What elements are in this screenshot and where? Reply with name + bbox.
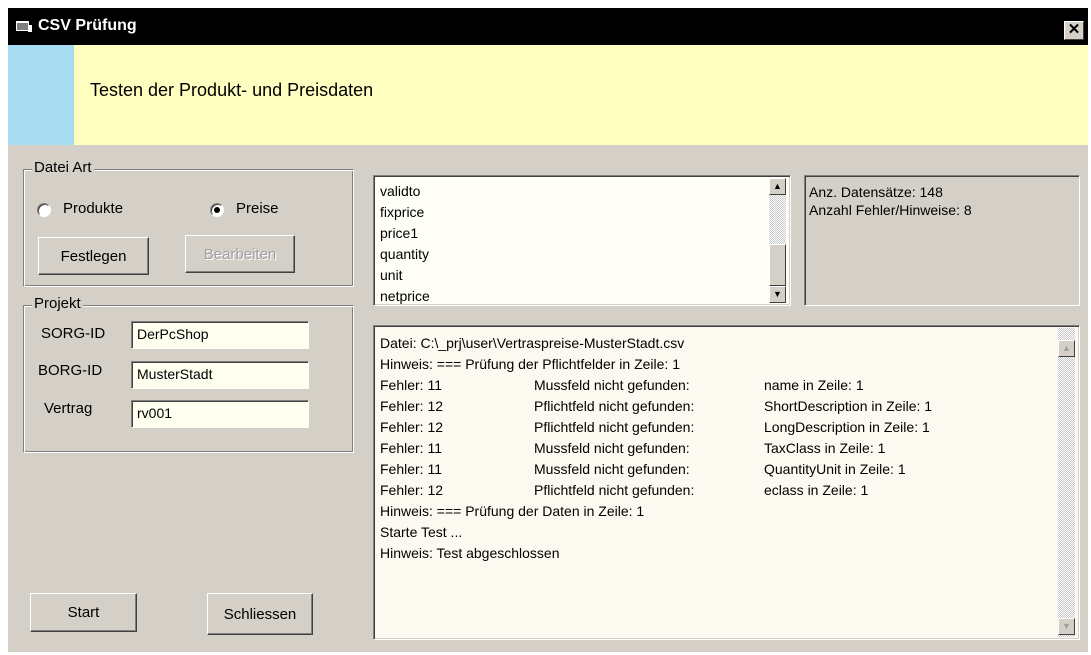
list-item[interactable]: validto — [380, 181, 420, 202]
borg-id-field[interactable]: MusterStadt — [131, 361, 309, 389]
datei-art-legend: Datei Art — [32, 159, 94, 176]
log-output[interactable]: Datei: C:\_prj\user\Vertraspreise-Muster… — [373, 325, 1080, 640]
borg-id-label: BORG-ID — [38, 362, 103, 379]
log-error-code: Fehler: 12 — [380, 398, 444, 414]
radio-selected-dot — [214, 207, 220, 213]
datensaetze-count: Anz. Datensätze: 148 — [809, 184, 943, 200]
list-scroll-thumb[interactable] — [769, 244, 786, 286]
list-item[interactable]: fixprice — [380, 202, 424, 223]
log-error-code: Fehler: 11 — [380, 440, 442, 456]
log-error-code: Fehler: 12 — [380, 482, 444, 498]
festlegen-button[interactable]: Festlegen — [38, 237, 149, 275]
log-error-message: Mussfeld nicht gefunden: — [534, 461, 690, 477]
scroll-up-arrow-icon[interactable]: ▲ — [769, 178, 786, 195]
banner-title: Testen der Produkt- und Preisdaten — [90, 80, 374, 100]
vertrag-label: Vertrag — [44, 400, 93, 417]
log-error-code: Fehler: 11 — [380, 461, 442, 477]
list-item[interactable]: netprice — [380, 286, 430, 307]
list-item[interactable]: unit — [380, 265, 403, 286]
projekt-legend: Projekt — [32, 295, 83, 312]
vertrag-field[interactable]: rv001 — [131, 400, 309, 428]
log-error-location: TaxClass in Zeile: 1 — [764, 440, 886, 456]
app-window-icon — [16, 21, 32, 32]
log-line: Hinweis: Test abgeschlossen — [380, 545, 560, 561]
log-error-message: Pflichtfeld nicht gefunden: — [534, 398, 695, 414]
list-item[interactable]: quantity — [380, 244, 429, 265]
log-error-location: ShortDescription in Zeile: 1 — [764, 398, 933, 414]
log-error-location: name in Zeile: 1 — [764, 377, 864, 393]
radio-produkte[interactable] — [37, 203, 51, 217]
log-line: Datei: C:\_prj\user\Vertraspreise-Muster… — [380, 335, 685, 351]
sorg-id-label: SORG-ID — [41, 325, 106, 342]
field-list-box[interactable]: validto fixprice price1 quantity unit ne… — [373, 175, 791, 306]
stats-box: Anz. Datensätze: 148 Anzahl Fehler/Hinwe… — [804, 175, 1080, 306]
scroll-up-arrow-icon[interactable]: ▲ — [1058, 340, 1075, 357]
log-error-code: Fehler: 12 — [380, 419, 444, 435]
log-error-location: LongDescription in Zeile: 1 — [764, 419, 930, 435]
radio-produkte-label[interactable]: Produkte — [63, 200, 123, 217]
start-button[interactable]: Start — [30, 593, 137, 632]
scroll-down-arrow-icon[interactable]: ▼ — [1058, 618, 1075, 635]
schliessen-button[interactable]: Schliessen — [207, 593, 313, 635]
title-bar[interactable]: CSV Prüfung ✕ — [8, 8, 1088, 45]
sorg-id-field[interactable]: DerPcShop — [131, 321, 309, 349]
log-error-message: Pflichtfeld nicht gefunden: — [534, 419, 695, 435]
window-title: CSV Prüfung — [38, 17, 137, 34]
radio-preise-label[interactable]: Preise — [236, 200, 279, 217]
csv-pruefung-window: CSV Prüfung ✕ Testen der Produkt- und Pr… — [8, 8, 1088, 652]
log-line: Hinweis: === Prüfung der Daten in Zeile:… — [380, 503, 645, 519]
list-item[interactable]: price1 — [380, 223, 418, 244]
log-scrollbar[interactable] — [1058, 328, 1075, 637]
log-error-location: eclass in Zeile: 1 — [764, 482, 869, 498]
banner-accent-strip — [8, 45, 74, 145]
scroll-down-arrow-icon[interactable]: ▼ — [769, 286, 786, 303]
log-error-message: Pflichtfeld nicht gefunden: — [534, 482, 695, 498]
fehler-count: Anzahl Fehler/Hinweise: 8 — [809, 202, 972, 218]
log-error-code: Fehler: 11 — [380, 377, 442, 393]
log-line: Hinweis: === Prüfung der Pflichtfelder i… — [380, 356, 680, 372]
bearbeiten-button[interactable]: Bearbeiten — [185, 235, 295, 273]
log-error-location: QuantityUnit in Zeile: 1 — [764, 461, 906, 477]
log-error-message: Mussfeld nicht gefunden: — [534, 377, 690, 393]
radio-preise[interactable] — [210, 203, 224, 217]
log-line: Starte Test ... — [380, 524, 463, 540]
close-button[interactable]: ✕ — [1064, 21, 1084, 40]
close-icon: ✕ — [1067, 21, 1081, 38]
log-error-message: Mussfeld nicht gefunden: — [534, 440, 690, 456]
